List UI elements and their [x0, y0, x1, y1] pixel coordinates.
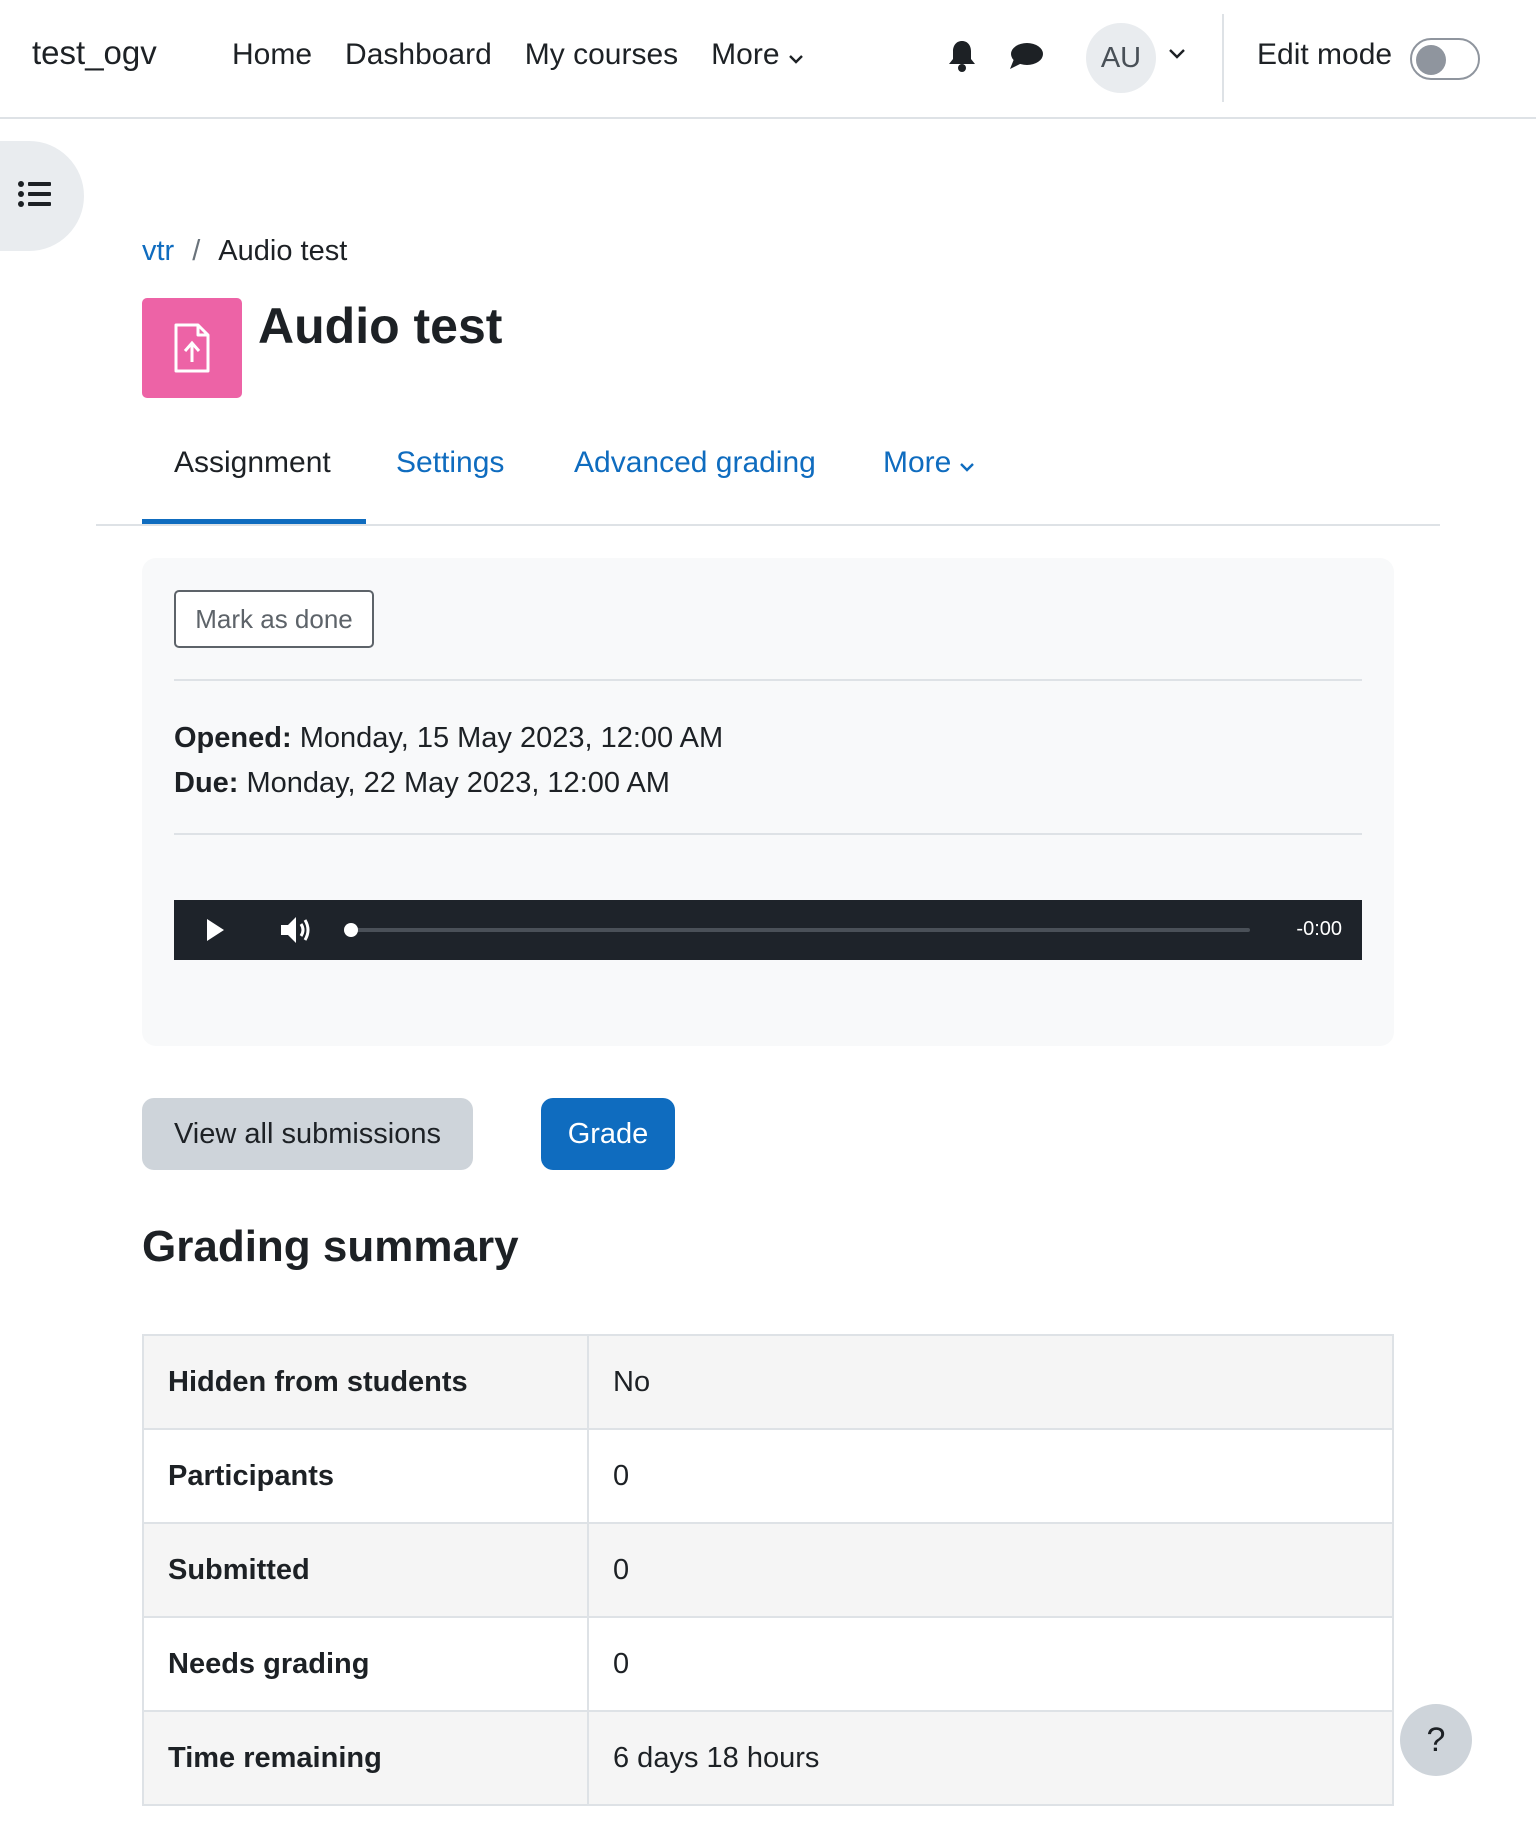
- summary-value: No: [587, 1334, 1394, 1430]
- page-title: Audio test: [258, 298, 503, 354]
- help-button[interactable]: ?: [1400, 1704, 1472, 1776]
- grading-summary-heading: Grading summary: [142, 1222, 519, 1271]
- tab-more-dropdown[interactable]: More: [883, 446, 975, 480]
- summary-value: 6 days 18 hours: [587, 1710, 1394, 1806]
- table-row: Time remaining 6 days 18 hours: [142, 1710, 1394, 1806]
- breadcrumb-separator: /: [192, 235, 201, 267]
- summary-label: Participants: [142, 1428, 589, 1524]
- primary-navigation: Home Dashboard My courses More: [232, 38, 837, 72]
- secondary-navigation-tabs: Assignment Settings Advanced grading Mor…: [96, 420, 1440, 526]
- view-all-submissions-button[interactable]: View all submissions: [142, 1098, 473, 1170]
- due-label: Due:: [174, 767, 239, 799]
- activity-info-card: Mark as done Opened: Monday, 15 May 2023…: [142, 558, 1394, 1046]
- tab-more-label: More: [883, 446, 952, 479]
- nav-icon-group: [944, 36, 1044, 76]
- play-icon[interactable]: [204, 917, 226, 948]
- nav-more-dropdown[interactable]: More: [711, 38, 803, 72]
- audio-progress-track[interactable]: [350, 928, 1250, 932]
- summary-label: Time remaining: [142, 1710, 589, 1806]
- edit-mode-toggle[interactable]: [1410, 38, 1480, 80]
- edit-mode-label: Edit mode: [1257, 38, 1393, 71]
- list-icon: [18, 180, 52, 213]
- audio-player: -0:00: [174, 900, 1362, 960]
- opened-label: Opened:: [174, 722, 292, 754]
- audio-progress-handle[interactable]: [344, 923, 358, 937]
- nav-my-courses-link[interactable]: My courses: [525, 38, 678, 72]
- activity-dates: Opened: Monday, 15 May 2023, 12:00 AM Du…: [174, 716, 723, 806]
- messages-chat-icon[interactable]: [1008, 36, 1044, 76]
- card-divider: [174, 833, 1362, 835]
- navbar-divider: [1222, 14, 1224, 102]
- toggle-knob: [1416, 45, 1446, 75]
- breadcrumb-course-link[interactable]: vtr: [142, 235, 174, 268]
- user-avatar[interactable]: AU: [1086, 23, 1156, 93]
- summary-label: Submitted: [142, 1522, 589, 1618]
- summary-label: Needs grading: [142, 1616, 589, 1712]
- card-divider: [174, 679, 1362, 681]
- user-menu-chevron-down-icon[interactable]: [1168, 47, 1186, 65]
- nav-dashboard-link[interactable]: Dashboard: [345, 38, 492, 72]
- grading-summary-table: Hidden from students No Participants 0 S…: [142, 1334, 1394, 1806]
- breadcrumb: vtr / Audio test: [142, 235, 347, 268]
- mark-as-done-button[interactable]: Mark as done: [174, 590, 374, 648]
- chevron-down-icon: [959, 446, 975, 480]
- opened-date-row: Opened: Monday, 15 May 2023, 12:00 AM: [174, 716, 723, 761]
- site-brand[interactable]: test_ogv: [32, 34, 157, 72]
- active-tab-indicator: [142, 519, 366, 524]
- audio-time-remaining: -0:00: [1296, 918, 1342, 940]
- summary-value: 0: [587, 1616, 1394, 1712]
- chevron-down-icon: [788, 38, 804, 72]
- due-date-row: Due: Monday, 22 May 2023, 12:00 AM: [174, 761, 723, 806]
- due-value: Monday, 22 May 2023, 12:00 AM: [246, 767, 670, 799]
- breadcrumb-current: Audio test: [218, 235, 348, 267]
- grade-button[interactable]: Grade: [541, 1098, 675, 1170]
- nav-home-link[interactable]: Home: [232, 38, 312, 72]
- opened-value: Monday, 15 May 2023, 12:00 AM: [299, 722, 724, 754]
- nav-more-label: More: [711, 38, 780, 71]
- assignment-activity-icon: [142, 298, 242, 398]
- summary-value: 0: [587, 1522, 1394, 1618]
- table-row: Hidden from students No: [142, 1334, 1394, 1430]
- table-row: Needs grading 0: [142, 1616, 1394, 1712]
- course-index-drawer-toggle[interactable]: [0, 141, 84, 251]
- tab-assignment[interactable]: Assignment: [174, 446, 331, 480]
- notification-bell-icon[interactable]: [944, 36, 980, 76]
- table-row: Participants 0: [142, 1428, 1394, 1524]
- summary-label: Hidden from students: [142, 1334, 589, 1430]
- table-row: Submitted 0: [142, 1522, 1394, 1618]
- tab-settings[interactable]: Settings: [396, 446, 504, 480]
- summary-value: 0: [587, 1428, 1394, 1524]
- tab-advanced-grading[interactable]: Advanced grading: [574, 446, 816, 480]
- top-navbar: test_ogv Home Dashboard My courses More …: [0, 0, 1536, 119]
- volume-icon[interactable]: [279, 914, 313, 951]
